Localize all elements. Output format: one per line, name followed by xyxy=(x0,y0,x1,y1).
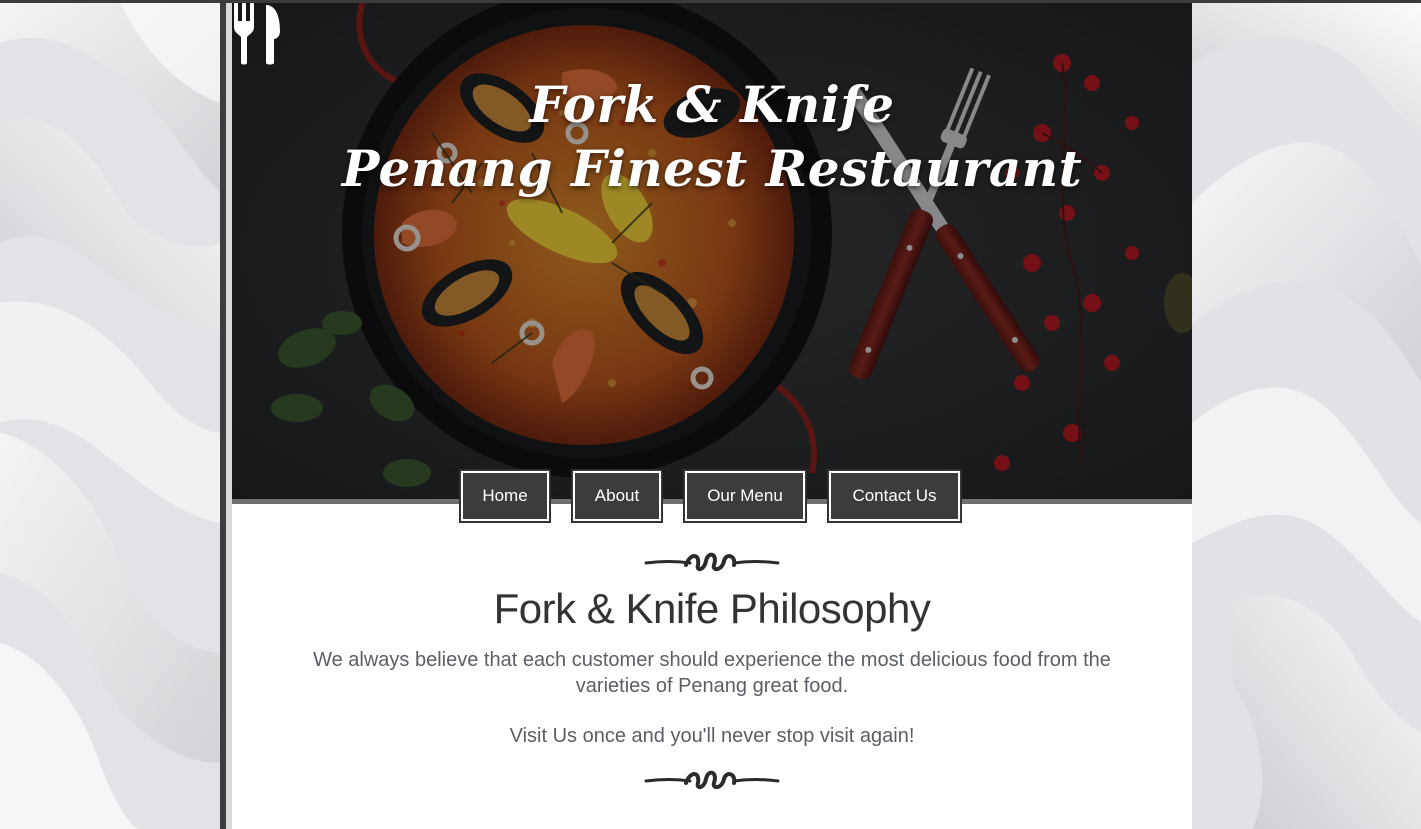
visit-tagline: Visit Us once and you'll never stop visi… xyxy=(509,725,915,747)
cutlery-icon xyxy=(234,3,280,65)
hero-title-line2: Penang Finest Restaurant xyxy=(341,139,1083,198)
background-pattern-right xyxy=(1192,3,1421,829)
hero-title-line1: Fork & Knife xyxy=(529,75,895,134)
nav-home-button[interactable]: Home xyxy=(460,470,550,522)
nav-contact-button[interactable]: Contact Us xyxy=(828,470,961,522)
page-container: Fork & Knife Penang Finest Restaurant Ho… xyxy=(232,3,1192,829)
philosophy-heading: Fork & Knife Philosophy xyxy=(493,585,931,632)
nav-menu-button[interactable]: Our Menu xyxy=(684,470,806,522)
hero-title: Fork & Knife Penang Finest Restaurant xyxy=(232,73,1192,201)
nav-about-button[interactable]: About xyxy=(572,470,662,522)
philosophy-text: We always believe that each customer sho… xyxy=(313,649,1111,697)
main-nav: Home About Our Menu Contact Us xyxy=(232,470,1192,525)
ornament-divider-icon xyxy=(644,552,780,572)
hero-banner: Fork & Knife Penang Finest Restaurant xyxy=(232,3,1192,499)
background-pattern-left xyxy=(0,3,221,829)
ornament-divider-icon xyxy=(644,770,780,790)
